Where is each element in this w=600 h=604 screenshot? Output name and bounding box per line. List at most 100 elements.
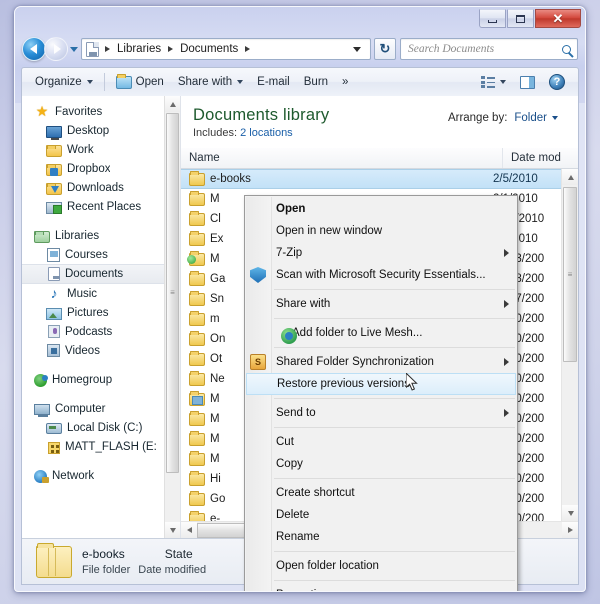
- navigation-scrollbar[interactable]: ≡: [164, 96, 180, 538]
- close-button[interactable]: ✕: [535, 9, 581, 28]
- burn-button[interactable]: Burn: [297, 72, 335, 92]
- menu-separator: [274, 427, 515, 428]
- removable-drive-icon: [48, 441, 60, 454]
- menu-item-share-with[interactable]: Share with: [245, 293, 517, 315]
- menu-item-delete[interactable]: Delete: [245, 504, 517, 526]
- menu-item-scan-with-microsoft-security-essentials[interactable]: Scan with Microsoft Security Essentials.…: [245, 264, 517, 286]
- column-header-name[interactable]: Name: [181, 152, 502, 164]
- sidebar-label: MATT_FLASH (E:: [65, 440, 157, 453]
- sidebar-item-pictures[interactable]: Pictures: [22, 303, 180, 322]
- includes-locations-link[interactable]: 2 locations: [240, 127, 293, 139]
- minimize-button[interactable]: [479, 9, 506, 28]
- sidebar-group-libraries[interactable]: Libraries: [22, 226, 180, 245]
- details-state-label: State: [164, 547, 193, 561]
- sidebar-item-downloads[interactable]: Downloads: [22, 178, 180, 197]
- sidebar-group-homegroup[interactable]: Homegroup: [22, 370, 180, 389]
- network-icon: [34, 469, 49, 483]
- menu-item-add-folder-to-live-mesh[interactable]: Add folder to Live Mesh...: [245, 322, 517, 344]
- sidebar-item-dropbox[interactable]: Dropbox: [22, 159, 180, 178]
- history-dropdown-icon[interactable]: [70, 46, 78, 52]
- sidebar-item-podcasts[interactable]: Podcasts: [22, 322, 180, 341]
- scroll-right-button[interactable]: [562, 522, 578, 538]
- organize-button[interactable]: Organize: [28, 72, 100, 92]
- menu-item-copy[interactable]: Copy: [245, 453, 517, 475]
- menu-item-open[interactable]: Open: [245, 198, 517, 220]
- menu-item-properties[interactable]: Properties: [245, 584, 517, 591]
- sidebar-label: Libraries: [55, 229, 100, 242]
- menu-item-open-in-new-window[interactable]: Open in new window: [245, 220, 517, 242]
- sidebar-group-computer[interactable]: Computer: [22, 399, 180, 418]
- folder-picture-icon: [189, 390, 205, 406]
- change-view-button[interactable]: [474, 72, 513, 92]
- arrange-by-label: Arrange by:: [447, 112, 508, 124]
- back-button[interactable]: [22, 37, 46, 61]
- scroll-down-button[interactable]: [562, 505, 578, 521]
- menu-item-open-folder-location[interactable]: Open folder location: [245, 555, 517, 577]
- sidebar-item-music[interactable]: ♪ Music: [22, 284, 180, 303]
- scroll-left-button[interactable]: [181, 522, 197, 538]
- open-button[interactable]: Open: [109, 72, 171, 93]
- email-button[interactable]: E-mail: [250, 72, 297, 92]
- refresh-button[interactable]: ↻: [374, 38, 396, 60]
- sidebar-label: Desktop: [67, 124, 110, 137]
- menu-item-rename[interactable]: Rename: [245, 526, 517, 548]
- chevron-right-icon[interactable]: [245, 46, 251, 52]
- arrange-by-value[interactable]: Folder: [514, 112, 547, 124]
- scroll-up-button[interactable]: [562, 169, 578, 185]
- menu-item-create-shortcut[interactable]: Create shortcut: [245, 482, 517, 504]
- folder-icon: [189, 330, 205, 346]
- sidebar-item-courses[interactable]: Courses: [22, 245, 180, 264]
- menu-separator: [274, 318, 515, 319]
- sidebar-item-videos[interactable]: Videos: [22, 341, 180, 360]
- sidebar-group-favorites[interactable]: ★ Favorites: [22, 102, 180, 121]
- sidebar-item-desktop[interactable]: Desktop: [22, 121, 180, 140]
- scrollbar-thumb[interactable]: ≡: [563, 187, 577, 362]
- sidebar-label: Work: [67, 143, 94, 156]
- sidebar-item-recent-places[interactable]: Recent Places: [22, 197, 180, 216]
- sidebar-group-network[interactable]: Network: [22, 466, 180, 485]
- toolbar-overflow-button[interactable]: »: [335, 72, 355, 92]
- breadcrumb-bar[interactable]: Libraries Documents: [81, 38, 371, 60]
- forward-button[interactable]: [44, 37, 68, 61]
- chevron-down-icon[interactable]: [353, 46, 361, 52]
- menu-item-restore-previous-versions[interactable]: Restore previous versions: [246, 373, 516, 395]
- breadcrumb-libraries[interactable]: Libraries: [114, 41, 164, 57]
- scroll-up-button[interactable]: [165, 96, 180, 112]
- search-input[interactable]: Search Documents: [408, 43, 562, 55]
- folder-icon: [189, 410, 205, 426]
- column-header-date-modified[interactable]: Date mod: [502, 148, 578, 168]
- menu-item-cut[interactable]: Cut: [245, 431, 517, 453]
- share-with-button[interactable]: Share with: [171, 72, 250, 92]
- details-date-modified-label: Date modified: [138, 564, 207, 576]
- breadcrumb-documents[interactable]: Documents: [177, 41, 241, 57]
- scroll-down-button[interactable]: [165, 522, 180, 538]
- chevron-right-icon[interactable]: [168, 46, 174, 52]
- maximize-button[interactable]: [507, 9, 534, 28]
- menu-item-7-zip[interactable]: 7-Zip: [245, 242, 517, 264]
- chevron-up-icon: [170, 101, 176, 107]
- navigation-pane: ★ Favorites Desktop Work Dropbox Downloa…: [22, 96, 180, 538]
- grip-icon: ≡: [170, 288, 175, 297]
- arrange-by-control[interactable]: Arrange by: Folder: [448, 112, 558, 124]
- show-preview-pane-button[interactable]: [513, 72, 542, 93]
- burn-label: Burn: [303, 76, 329, 88]
- table-row[interactable]: e-books 2/5/2010: [181, 169, 561, 189]
- sidebar-item-documents[interactable]: Documents: [22, 264, 180, 284]
- search-box[interactable]: Search Documents: [400, 38, 578, 60]
- menu-item-label: Restore previous versions: [277, 378, 410, 390]
- help-button[interactable]: ?: [542, 70, 572, 94]
- menu-item-shared-folder-synchronization[interactable]: S Shared Folder Synchronization: [245, 351, 517, 373]
- security-shield-icon: [250, 267, 266, 283]
- sidebar-item-local-disk-c[interactable]: Local Disk (C:): [22, 418, 180, 437]
- sidebar-item-matt-flash-e[interactable]: MATT_FLASH (E:: [22, 437, 180, 456]
- homegroup-icon: [34, 373, 48, 387]
- details-secondary-line: File folder Date modified: [82, 564, 206, 576]
- scrollbar-thumb[interactable]: ≡: [166, 113, 179, 473]
- menu-item-label: Scan with Microsoft Security Essentials.…: [276, 269, 486, 281]
- window-controls: ✕: [479, 9, 581, 28]
- menu-item-send-to[interactable]: Send to: [245, 402, 517, 424]
- file-list-vertical-scrollbar[interactable]: ≡: [561, 169, 578, 521]
- sidebar-item-work[interactable]: Work: [22, 140, 180, 159]
- context-menu-items: Open Open in new window 7-Zip Scan with Mic…: [245, 198, 517, 591]
